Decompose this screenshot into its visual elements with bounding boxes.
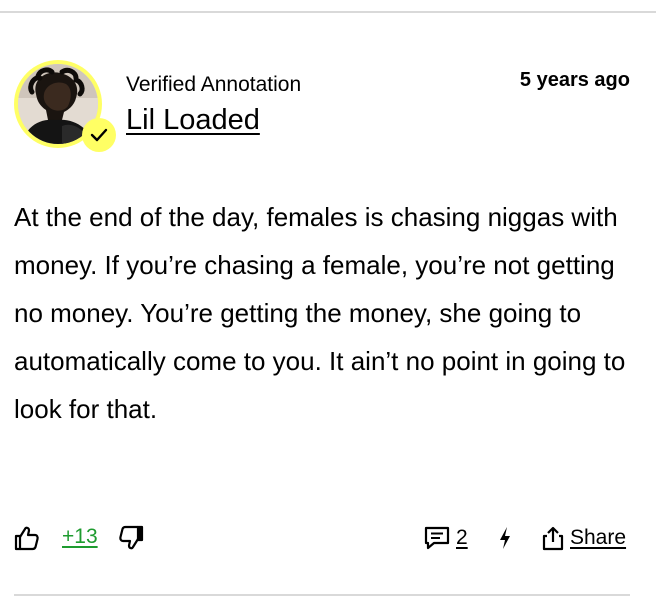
- timestamp[interactable]: 5 years ago: [520, 67, 630, 93]
- thumbs-up-icon: [14, 526, 39, 551]
- share-label: Share: [570, 526, 627, 549]
- vote-count: +13: [62, 525, 98, 548]
- lightning-icon: [500, 527, 510, 549]
- thumbs-down-icon: [119, 525, 144, 550]
- boost-button[interactable]: [496, 524, 514, 552]
- checkmark-icon: [90, 128, 108, 142]
- annotation-footer: +13 2 Share: [14, 518, 630, 558]
- author-name-link[interactable]: Lil Loaded: [126, 102, 260, 138]
- top-divider: [0, 11, 656, 13]
- bottom-divider: [14, 594, 630, 596]
- comments-button[interactable]: 2: [424, 524, 468, 552]
- downvote-button[interactable]: [118, 524, 144, 552]
- share-icon: [542, 526, 564, 551]
- comment-icon: [424, 526, 450, 550]
- author-avatar[interactable]: [14, 60, 116, 152]
- upvote-button[interactable]: [14, 524, 40, 552]
- verified-annotation-label: Verified Annotation: [126, 73, 302, 96]
- verified-badge: [82, 118, 116, 152]
- annotation-body: At the end of the day, females is chasin…: [14, 202, 626, 424]
- share-button[interactable]: Share: [542, 524, 626, 552]
- comments-count: 2: [456, 526, 468, 549]
